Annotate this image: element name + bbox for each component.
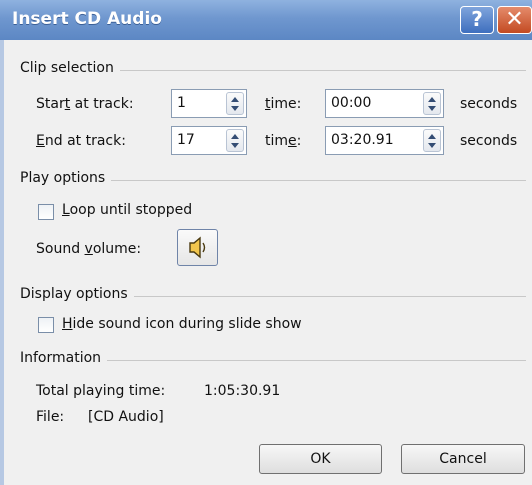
dialog-title: Insert CD Audio bbox=[12, 9, 162, 29]
spin-down-icon bbox=[428, 106, 436, 111]
start-track-value: 1 bbox=[177, 95, 186, 111]
loop-label[interactable]: Loop until stopped bbox=[62, 202, 192, 218]
start-track-spinner[interactable]: 1 bbox=[171, 89, 247, 118]
end-time-unit: seconds bbox=[460, 133, 518, 149]
close-button[interactable]: ✕ bbox=[497, 6, 532, 34]
end-time-spinner[interactable]: 03:20.91 bbox=[325, 126, 444, 155]
information-header: Information bbox=[20, 350, 108, 366]
start-time-spinner[interactable]: 00:00 bbox=[325, 89, 444, 118]
start-track-spin-arrows[interactable] bbox=[226, 92, 244, 115]
ok-button[interactable]: OK bbox=[259, 444, 382, 474]
end-track-label: End at track: bbox=[36, 133, 126, 149]
hide-icon-label[interactable]: Hide sound icon during slide show bbox=[62, 316, 302, 332]
sound-volume-label: Sound volume: bbox=[36, 241, 142, 257]
sound-volume-button[interactable] bbox=[177, 229, 218, 266]
play-options-header: Play options bbox=[20, 170, 112, 186]
end-time-value: 03:20.91 bbox=[331, 132, 394, 148]
speaker-icon bbox=[189, 236, 206, 259]
spin-up-icon bbox=[231, 97, 239, 102]
end-time-label: time: bbox=[265, 133, 302, 149]
loop-checkbox[interactable] bbox=[38, 204, 54, 220]
start-time-spin-arrows[interactable] bbox=[423, 92, 441, 115]
spin-up-icon bbox=[231, 134, 239, 139]
spin-down-icon bbox=[231, 143, 239, 148]
title-bar: Insert CD Audio ? ✕ bbox=[0, 0, 532, 40]
clip-selection-header: Clip selection bbox=[20, 60, 120, 76]
file-value: [CD Audio] bbox=[88, 409, 164, 425]
total-playing-time-value: 1:05:30.91 bbox=[204, 383, 281, 399]
help-button[interactable]: ? bbox=[460, 6, 494, 34]
information-group: Information bbox=[20, 350, 526, 366]
file-label: File: bbox=[36, 409, 65, 425]
start-time-label: time: bbox=[265, 96, 302, 112]
display-options-group: Display options bbox=[20, 286, 526, 302]
spin-up-icon bbox=[428, 134, 436, 139]
start-track-label: Start at track: bbox=[36, 96, 134, 112]
hide-icon-checkbox[interactable] bbox=[38, 317, 54, 333]
window-border bbox=[0, 40, 4, 485]
spin-up-icon bbox=[428, 97, 436, 102]
end-track-value: 17 bbox=[177, 132, 195, 148]
total-playing-time-label: Total playing time: bbox=[36, 383, 166, 399]
play-options-group: Play options bbox=[20, 170, 526, 186]
start-time-value: 00:00 bbox=[331, 95, 372, 111]
end-track-spinner[interactable]: 17 bbox=[171, 126, 247, 155]
start-time-unit: seconds bbox=[460, 96, 518, 112]
end-time-spin-arrows[interactable] bbox=[423, 129, 441, 152]
spin-down-icon bbox=[231, 106, 239, 111]
clip-selection-group: Clip selection bbox=[20, 60, 526, 76]
display-options-header: Display options bbox=[20, 286, 134, 302]
spin-down-icon bbox=[428, 143, 436, 148]
end-track-spin-arrows[interactable] bbox=[226, 129, 244, 152]
cancel-button[interactable]: Cancel bbox=[401, 444, 525, 474]
